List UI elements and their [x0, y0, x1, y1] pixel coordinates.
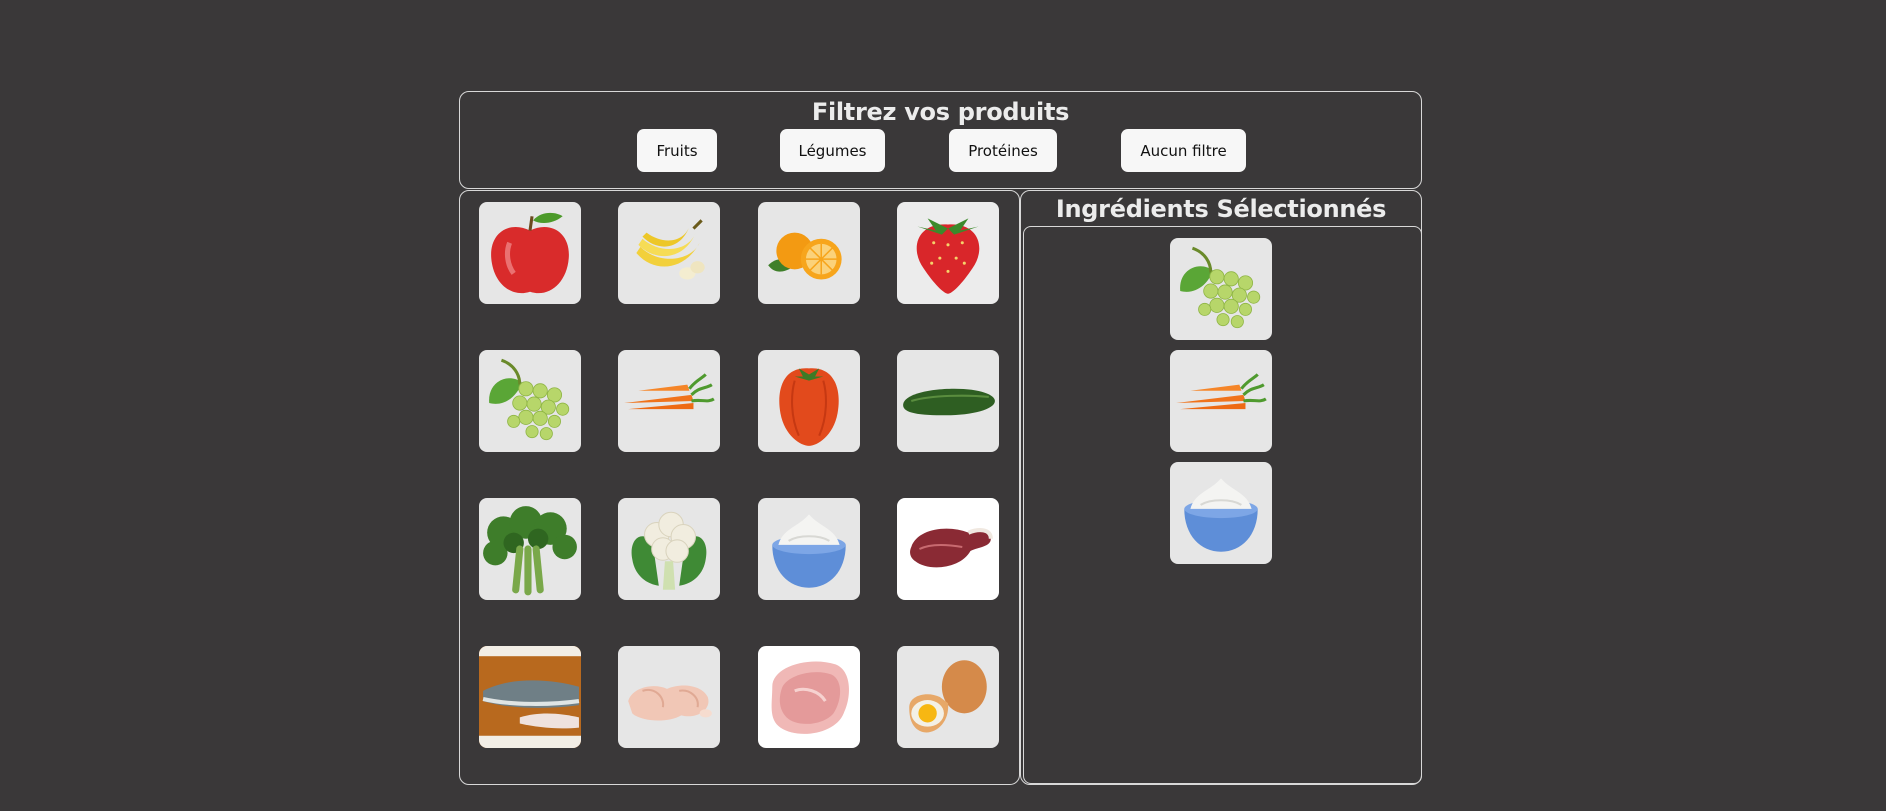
orange-icon: [768, 232, 842, 280]
broccoli-icon: [483, 506, 577, 596]
product-carrot[interactable]: [618, 350, 720, 452]
filter-proteins-button[interactable]: Protéines: [949, 129, 1057, 172]
selected-grapes[interactable]: [1170, 238, 1272, 340]
product-steak[interactable]: [897, 498, 999, 600]
eggs-icon: [909, 660, 987, 733]
tomato-icon: [779, 368, 839, 446]
strawberry-icon: [916, 218, 980, 294]
cauliflower-icon: [631, 511, 707, 590]
product-tomato[interactable]: [758, 350, 860, 452]
chicken-icon: [628, 685, 712, 721]
product-chicken[interactable]: [618, 646, 720, 748]
product-strawberry[interactable]: [897, 202, 999, 304]
grapes-icon: [489, 358, 570, 441]
carrot-icon: [624, 373, 715, 410]
steak-icon: [910, 528, 993, 568]
product-eggs[interactable]: [897, 646, 999, 748]
product-cucumber[interactable]: [897, 350, 999, 452]
product-banana[interactable]: [618, 202, 720, 304]
product-apple[interactable]: [479, 202, 581, 304]
product-grapes[interactable]: [479, 350, 581, 452]
selected-title: Ingrédients Sélectionnés: [1055, 195, 1387, 223]
fish-fillet-icon: [479, 646, 581, 748]
selected-cream[interactable]: [1170, 462, 1272, 564]
product-pork[interactable]: [758, 646, 860, 748]
product-fish[interactable]: [479, 646, 581, 748]
cream-bowl-icon: [1184, 478, 1258, 552]
filter-vegetables-button[interactable]: Légumes: [780, 129, 885, 172]
filter-none-button[interactable]: Aucun filtre: [1121, 129, 1246, 172]
pork-chop-icon: [771, 661, 850, 734]
product-cream[interactable]: [758, 498, 860, 600]
cream-bowl-icon: [772, 514, 846, 588]
product-cauliflower[interactable]: [618, 498, 720, 600]
banana-icon: [636, 219, 705, 280]
product-orange[interactable]: [758, 202, 860, 304]
filter-fruits-button[interactable]: Fruits: [637, 129, 717, 172]
carrot-icon: [1176, 373, 1267, 410]
grapes-icon: [1180, 246, 1261, 329]
apple-icon: [491, 212, 569, 294]
filter-title: Filtrez vos produits: [811, 98, 1070, 126]
selected-carrot[interactable]: [1170, 350, 1272, 452]
filter-panel: Filtrez vos produits Fruits Légumes Prot…: [459, 91, 1422, 189]
cucumber-icon: [903, 388, 995, 416]
product-broccoli[interactable]: [479, 498, 581, 600]
